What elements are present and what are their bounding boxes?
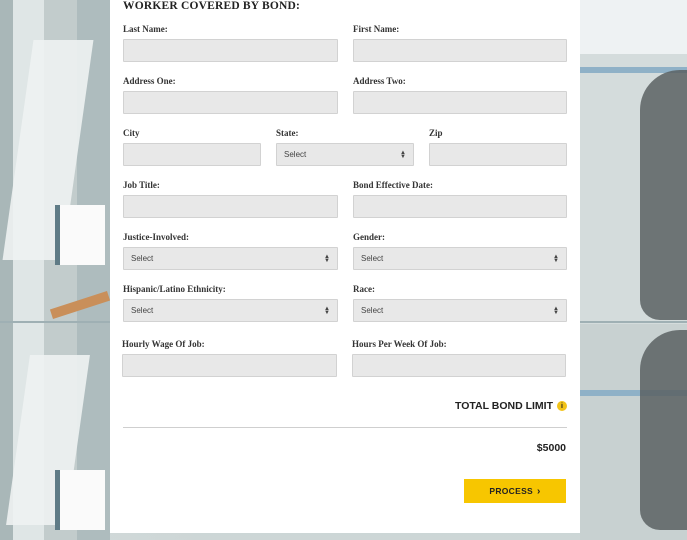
address-one-field: Address One:: [123, 76, 338, 114]
bond-effective-date-field: Bond Effective Date:: [353, 180, 567, 218]
state-label: State:: [276, 128, 299, 138]
job-title-input[interactable]: [123, 195, 338, 218]
last-name-input[interactable]: [123, 39, 338, 62]
race-label: Race:: [353, 284, 375, 294]
hispanic-latino-field: Hispanic/Latino Ethnicity: Select ▲ ▼: [123, 284, 338, 322]
chevron-right-icon: ›: [537, 485, 541, 497]
job-title-field: Job Title:: [123, 180, 338, 218]
first-name-label: First Name:: [353, 24, 400, 34]
divider: [123, 427, 567, 428]
last-name-label: Last Name:: [123, 24, 168, 34]
select-arrows-icon: ▲ ▼: [324, 253, 330, 264]
hourly-wage-field: Hourly Wage Of Job:: [122, 339, 337, 377]
total-bond-amount: $5000: [536, 442, 566, 454]
city-input[interactable]: [123, 143, 261, 166]
zip-label: Zip: [429, 128, 443, 138]
hourly-wage-label: Hourly Wage Of Job:: [122, 339, 205, 349]
bond-effective-date-input[interactable]: [353, 195, 567, 218]
hispanic-latino-select-value: Select: [131, 306, 154, 315]
last-name-field: Last Name:: [123, 24, 338, 62]
address-two-label: Address Two:: [353, 76, 406, 86]
hours-per-week-input[interactable]: [352, 354, 566, 377]
gender-field: Gender: Select ▲ ▼: [353, 232, 567, 270]
hourly-wage-input[interactable]: [122, 354, 337, 377]
hours-per-week-field: Hours Per Week Of Job:: [352, 339, 566, 377]
total-bond-limit: TOTAL BOND LIMIT i: [455, 400, 567, 412]
city-field: City: [123, 128, 261, 166]
background-chair: [640, 70, 687, 320]
zip-field: Zip: [429, 128, 567, 166]
address-one-input[interactable]: [123, 91, 338, 114]
select-arrows-icon: ▲ ▼: [324, 305, 330, 316]
city-label: City: [123, 128, 140, 138]
gender-select-value: Select: [361, 254, 384, 263]
gender-select[interactable]: Select ▲ ▼: [353, 247, 567, 270]
justice-involved-label: Justice-Involved:: [123, 232, 189, 242]
bond-effective-date-label: Bond Effective Date:: [353, 180, 433, 190]
first-name-field: First Name:: [353, 24, 567, 62]
select-arrows-icon: ▲ ▼: [400, 149, 406, 160]
background-box: [55, 470, 105, 530]
select-arrows-icon: ▲ ▼: [553, 305, 559, 316]
job-title-label: Job Title:: [123, 180, 160, 190]
race-field: Race: Select ▲ ▼: [353, 284, 567, 322]
total-bond-limit-label: TOTAL BOND LIMIT: [455, 400, 553, 412]
info-icon[interactable]: i: [557, 401, 567, 411]
hispanic-latino-label: Hispanic/Latino Ethnicity:: [123, 284, 226, 294]
justice-involved-select[interactable]: Select ▲ ▼: [123, 247, 338, 270]
first-name-input[interactable]: [353, 39, 567, 62]
process-button-label: PROCESS: [489, 486, 534, 496]
state-select-value: Select: [284, 150, 307, 159]
justice-involved-field: Justice-Involved: Select ▲ ▼: [123, 232, 338, 270]
hispanic-latino-select[interactable]: Select ▲ ▼: [123, 299, 338, 322]
address-one-label: Address One:: [123, 76, 176, 86]
address-two-input[interactable]: [353, 91, 567, 114]
process-button[interactable]: PROCESS ›: [464, 479, 566, 503]
background-box: [55, 205, 105, 265]
race-select[interactable]: Select ▲ ▼: [353, 299, 567, 322]
race-select-value: Select: [361, 306, 384, 315]
bond-form-panel: WORKER COVERED BY BOND: Last Name: First…: [110, 0, 580, 533]
state-field: State: Select ▲ ▼: [276, 128, 414, 166]
hours-per-week-label: Hours Per Week Of Job:: [352, 339, 447, 349]
section-title: WORKER COVERED BY BOND:: [123, 0, 301, 12]
zip-input[interactable]: [429, 143, 567, 166]
gender-label: Gender:: [353, 232, 385, 242]
justice-involved-select-value: Select: [131, 254, 154, 263]
background-chair: [640, 330, 687, 530]
select-arrows-icon: ▲ ▼: [553, 253, 559, 264]
state-select[interactable]: Select ▲ ▼: [276, 143, 414, 166]
address-two-field: Address Two:: [353, 76, 567, 114]
